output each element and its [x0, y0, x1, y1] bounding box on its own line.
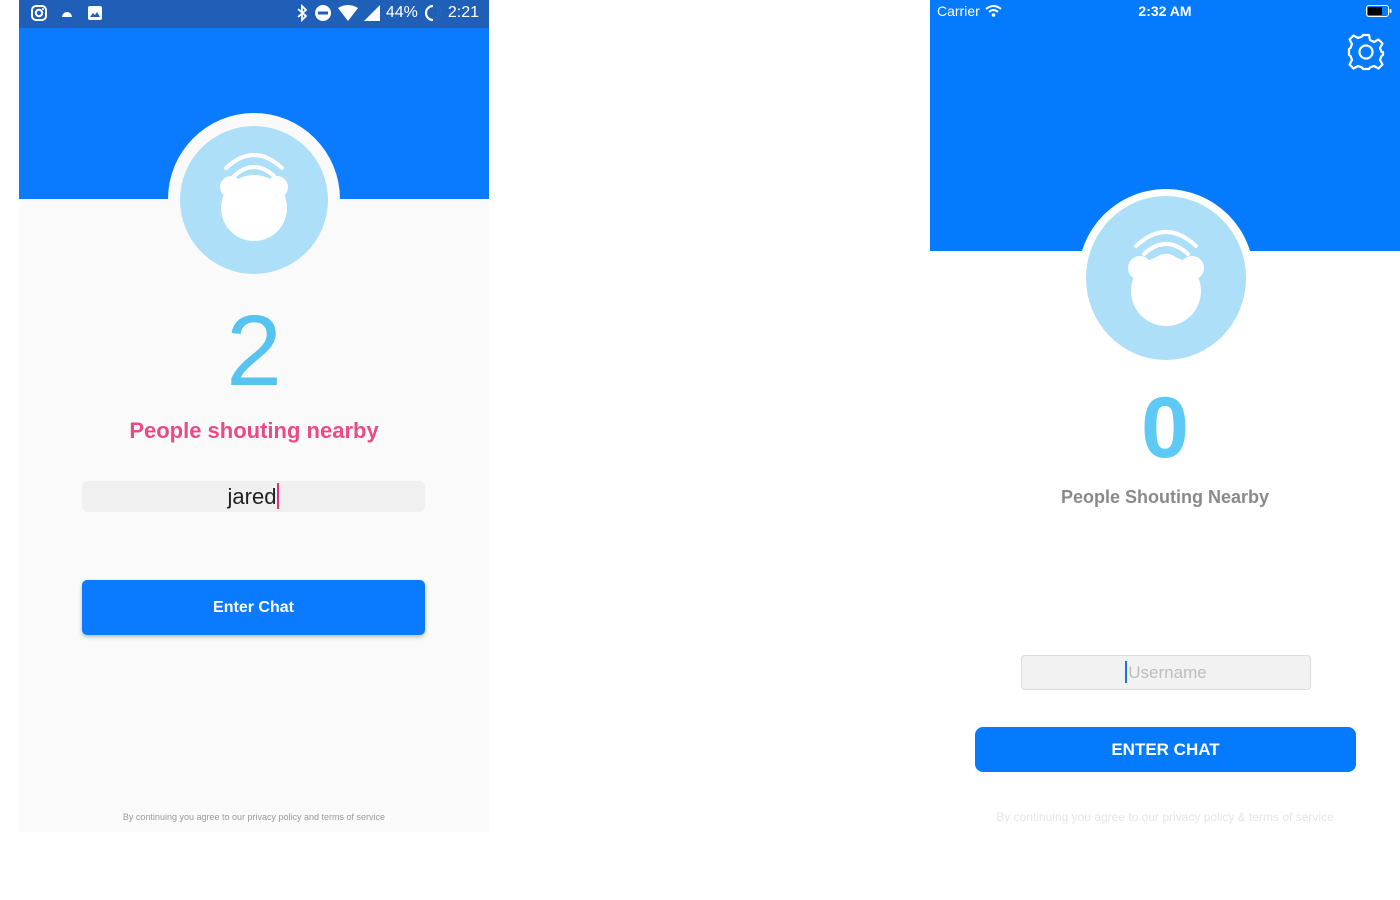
battery-percent: 44%	[385, 4, 418, 21]
instagram-icon	[31, 5, 47, 21]
gear-icon	[1347, 33, 1385, 71]
battery-saver-icon	[424, 4, 442, 22]
signal-icon	[363, 5, 380, 21]
bluetooth-icon	[297, 4, 308, 22]
username-input[interactable]: Username	[1021, 655, 1311, 690]
status-time: 2:32 AM	[1138, 3, 1192, 19]
settings-button[interactable]	[1346, 32, 1386, 77]
people-nearby-label: People shouting nearby	[129, 418, 379, 443]
wifi-icon	[337, 5, 358, 21]
username-input[interactable]: jared	[82, 481, 425, 512]
people-count: 2	[226, 295, 282, 407]
ios-status-bar: Carrier 2:32 AM	[930, 0, 1400, 22]
ios-avatar	[1086, 196, 1246, 360]
username-value: jared	[227, 484, 277, 509]
battery-icon	[1366, 5, 1392, 17]
enter-chat-button[interactable]: Enter Chat	[82, 580, 425, 635]
people-count: 0	[1141, 380, 1189, 476]
android-status-bar: 44% 2:21	[19, 0, 489, 28]
android-screen: 44% 2:21 2 People shouting nearby jared …	[19, 0, 489, 832]
bear-broadcast-icon	[220, 153, 288, 241]
android-icon	[62, 12, 72, 17]
bear-broadcast-icon	[1128, 230, 1204, 326]
terms-footer: By continuing you agree to our privacy p…	[996, 810, 1334, 824]
android-avatar	[180, 126, 328, 274]
enter-chat-button[interactable]: ENTER CHAT	[975, 727, 1356, 772]
text-cursor	[277, 483, 280, 509]
username-placeholder: Username	[1128, 663, 1207, 682]
people-nearby-label: People Shouting Nearby	[1060, 487, 1270, 507]
do-not-disturb-icon	[314, 5, 331, 21]
image-icon	[88, 6, 102, 20]
status-time: 2:21	[447, 4, 479, 21]
text-cursor	[1125, 661, 1128, 683]
ios-screen: Carrier 2:32 AM 0 People Shouting Nearby…	[930, 0, 1400, 834]
terms-footer: By continuing you agree to our privacy p…	[122, 812, 386, 822]
